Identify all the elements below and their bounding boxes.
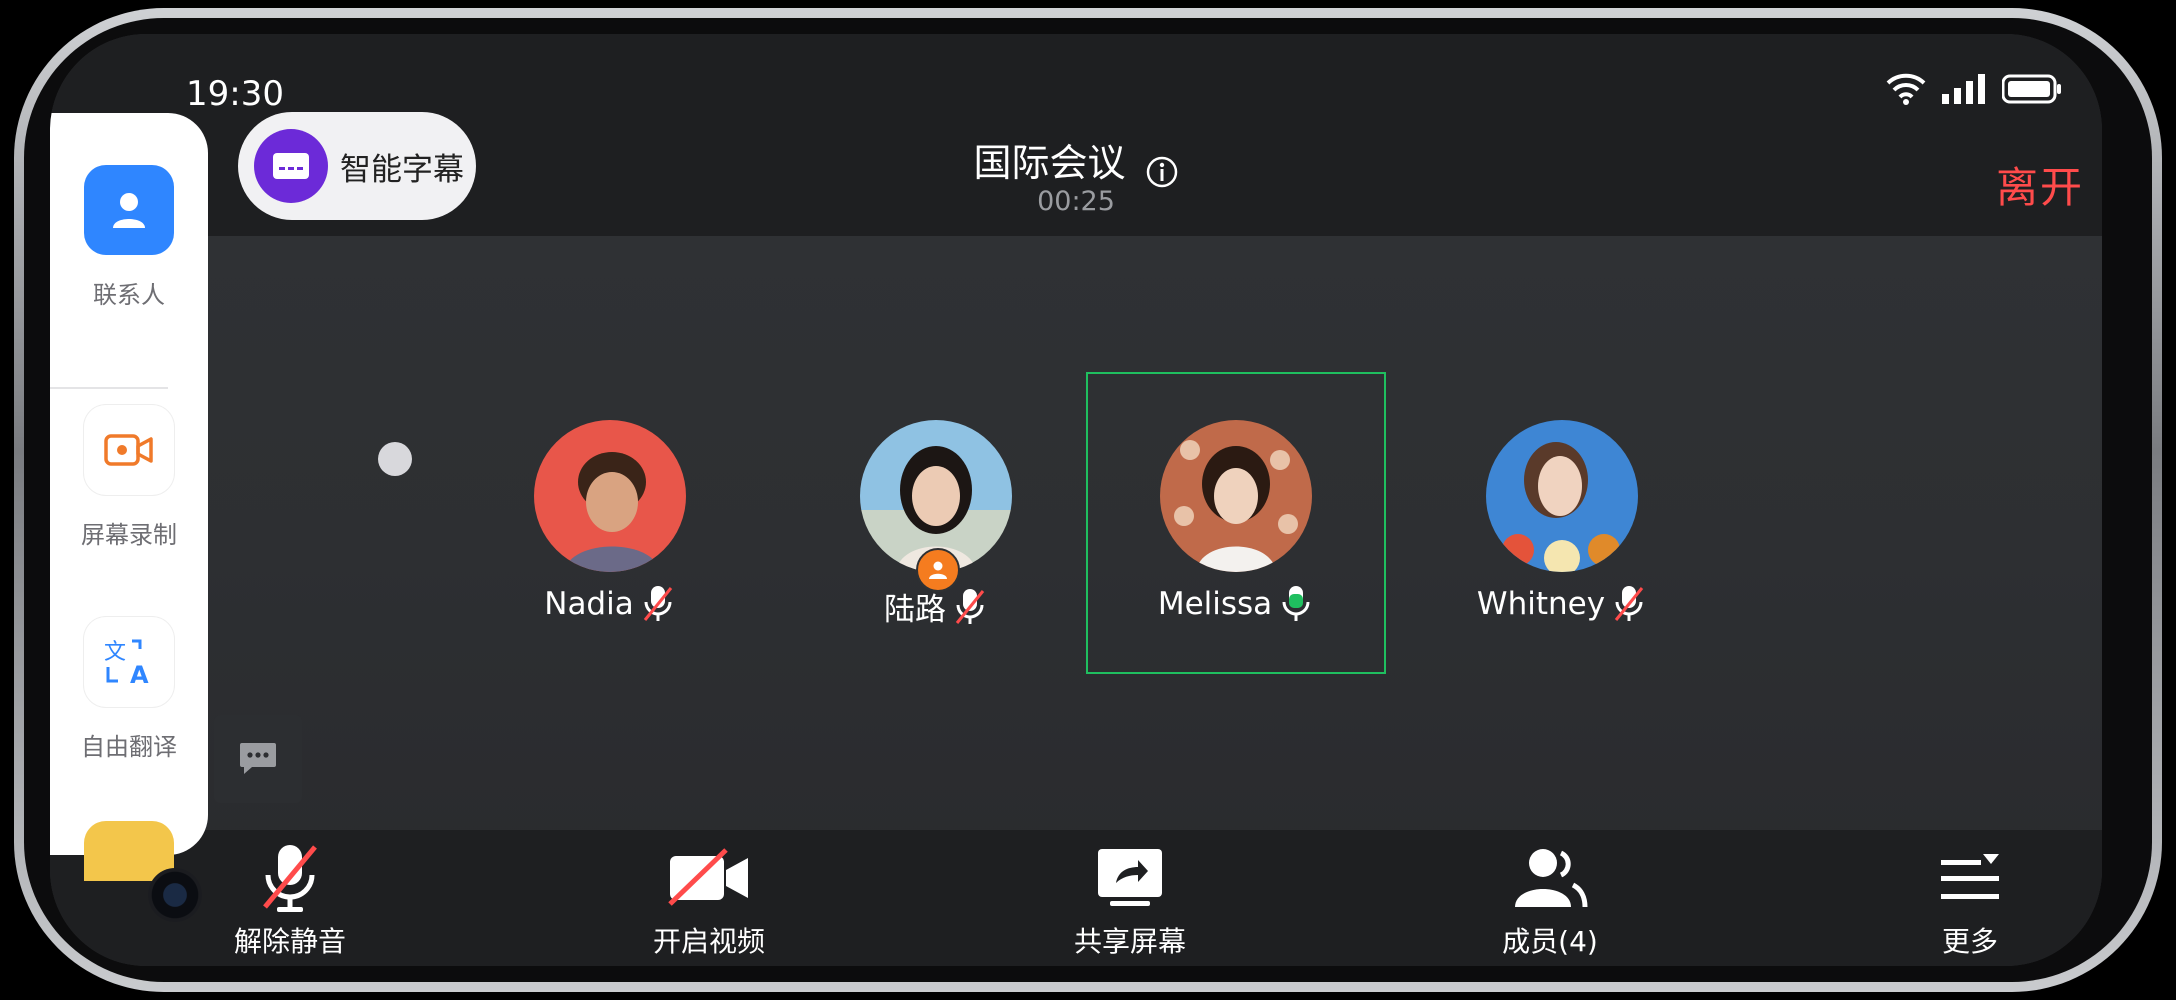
participant-name: Nadia	[544, 586, 634, 622]
members-icon	[1430, 838, 1670, 918]
contacts-icon	[84, 165, 174, 255]
participant-tile[interactable]: 陆路	[786, 420, 1086, 629]
mic-muted-icon	[955, 588, 985, 624]
status-time: 19:30	[186, 74, 284, 114]
wifi-icon	[1886, 73, 1926, 105]
front-camera	[148, 868, 202, 922]
dock-divider	[50, 387, 168, 389]
smart-subtitle-label: 智能字幕	[340, 151, 464, 188]
chat-button[interactable]	[214, 715, 302, 803]
svg-text:文: 文	[104, 640, 126, 665]
participant-tile[interactable]: Whitney	[1412, 420, 1712, 624]
meeting-title: 国际会议	[973, 141, 1126, 185]
mic-muted-icon	[643, 586, 672, 621]
dock-label-screen-record: 屏幕录制	[81, 521, 177, 549]
status-icons	[1886, 72, 2062, 106]
info-icon[interactable]	[1145, 155, 1179, 189]
more-label: 更多	[1941, 925, 1998, 958]
meeting-screen: 19:30 国际会议 00:25 离开 智能字幕 联系人 屏幕录制 文 A 自由…	[50, 34, 2102, 966]
more-button[interactable]: 更多	[1850, 838, 2090, 960]
smart-subtitle-button[interactable]: 智能字幕	[238, 112, 476, 220]
mic-speaking-icon	[1282, 586, 1310, 621]
signal-icon	[1942, 74, 1985, 104]
participant-tile[interactable]: Nadia	[460, 420, 760, 624]
members-button[interactable]: 成员(4)	[1430, 838, 1670, 960]
screen-record-icon	[84, 405, 174, 495]
dock-label-contacts: 联系人	[93, 281, 165, 309]
dock-item-screen-record[interactable]: 屏幕录制	[50, 405, 208, 550]
avatar	[534, 420, 686, 572]
mic-muted-icon	[1614, 586, 1644, 621]
more-menu-icon	[1850, 838, 2090, 918]
host-badge	[916, 548, 960, 592]
participant-name: Melissa	[1157, 586, 1273, 622]
host-icon	[929, 561, 947, 579]
floating-assist-dot[interactable]	[378, 442, 412, 476]
share-screen-label: 共享屏幕	[1073, 925, 1186, 958]
dock-item-contacts[interactable]: 联系人	[50, 165, 208, 310]
participant-name: Whitney	[1476, 586, 1606, 622]
battery-icon	[2002, 74, 2061, 104]
avatar	[1486, 420, 1638, 572]
mic-muted-icon	[170, 838, 410, 918]
start-video-button[interactable]: 开启视频	[589, 838, 829, 960]
dock-item-translate[interactable]: 文 A 自由翻译	[50, 617, 208, 762]
avatar	[1160, 420, 1312, 572]
dock-label-translate: 自由翻译	[81, 733, 177, 761]
translate-icon: 文 A	[84, 617, 174, 707]
start-video-label: 开启视频	[652, 925, 765, 958]
svg-text:A: A	[130, 661, 149, 687]
participant-tile[interactable]: Melissa	[1086, 420, 1386, 624]
participant-name-row: Nadia	[460, 584, 760, 624]
chat-icon	[240, 743, 276, 774]
unmute-button[interactable]: 解除静音	[170, 838, 410, 960]
share-screen-button[interactable]: 共享屏幕	[1010, 838, 1250, 960]
participant-name-row: Whitney	[1412, 584, 1712, 624]
unmute-label: 解除静音	[233, 925, 346, 958]
leave-button[interactable]: 离开	[1996, 154, 2084, 215]
members-label: 成员(4)	[1502, 925, 1598, 958]
participant-name-row: Melissa	[1086, 584, 1386, 624]
side-dock: 联系人 屏幕录制 文 A 自由翻译	[50, 113, 208, 881]
video-off-icon	[589, 838, 829, 918]
share-screen-icon	[1010, 838, 1250, 918]
subtitle-icon	[254, 129, 328, 203]
